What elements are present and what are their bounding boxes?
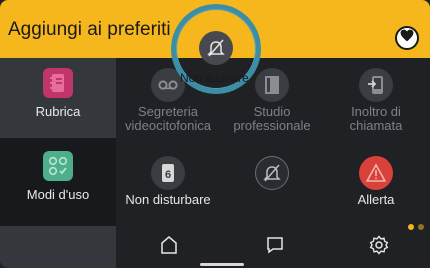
chat-button[interactable] (262, 234, 288, 260)
phone-dnd-icon: 6 (151, 156, 185, 190)
intercom-screen: Aggiungi ai preferiti Rubrica Modi d'uso… (0, 0, 430, 268)
home-indicator (200, 263, 244, 266)
home-icon (159, 235, 179, 260)
grid-item-allerta[interactable]: Allerta (324, 156, 428, 207)
grid-item-non-disturbare[interactable]: 6 Non disturbare (116, 156, 220, 207)
sidebar-item-label: Rubrica (35, 104, 81, 119)
sidebar-item-rubrica[interactable]: Rubrica (0, 58, 116, 138)
chat-icon (265, 235, 285, 260)
page-title: Aggiungi ai preferiti (8, 19, 171, 40)
grid-item-inoltro[interactable]: Inoltro di chiamata (324, 68, 428, 133)
grid-item-non-suonare[interactable] (220, 156, 324, 190)
home-button[interactable] (156, 234, 182, 260)
settings-button[interactable] (366, 234, 392, 260)
bell-off-icon[interactable] (199, 31, 233, 65)
grid-item-label: Non disturbare (125, 192, 211, 207)
sidebar-item-modi-duso[interactable]: Modi d'uso (0, 138, 116, 226)
sidebar-item-label: Modi d'uso (26, 187, 90, 202)
highlight-label: Non suonare (180, 71, 249, 85)
grid-item-label: Allerta (357, 192, 395, 207)
address-book-icon (43, 68, 73, 98)
warning-icon (359, 156, 393, 190)
settings-icon (369, 234, 389, 260)
bottom-nav (116, 226, 430, 268)
svg-text:6: 6 (165, 169, 171, 181)
grid-item-label: Segreteria videocitofonica (125, 104, 211, 133)
modes-icon (43, 151, 73, 181)
sidebar-footer (0, 226, 116, 268)
favorite-button[interactable] (395, 26, 419, 50)
heart-icon (400, 29, 414, 47)
door-icon (255, 68, 289, 102)
grid-item-label: Inoltro di chiamata (349, 104, 403, 133)
bell-off-icon (255, 156, 289, 190)
sidebar: Rubrica Modi d'uso (0, 58, 116, 268)
call-forward-icon (359, 68, 393, 102)
grid-item-label: Studio professionale (233, 104, 311, 133)
